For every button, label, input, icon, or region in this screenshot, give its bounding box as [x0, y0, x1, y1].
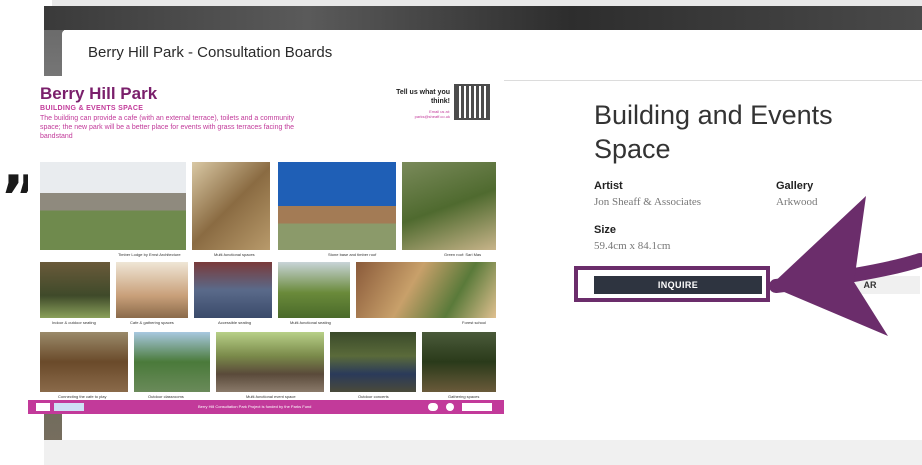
photo-timber-lodge [40, 162, 186, 250]
pointer-arrow-icon [770, 196, 922, 336]
photo-forest-school [356, 262, 496, 318]
artwork-title: Building and Events Space [594, 100, 833, 164]
artist-label: Artist [594, 180, 623, 192]
photo-caption: Multi-functional seating [290, 320, 331, 325]
background-page-strip [44, 6, 922, 30]
photo-caption: Multi-functional event space [246, 394, 296, 399]
logo-icon [446, 403, 454, 411]
photo-caption: Cafe & gathering spaces [130, 320, 174, 325]
photo-concerts [330, 332, 416, 392]
photo-caption: Forest school [462, 320, 487, 325]
poster-footer: Berry Hill Consultation Park Project is … [28, 400, 504, 414]
poster-description: The building can provide a cafe (with an… [40, 115, 295, 140]
photo-stone-roof [278, 162, 396, 250]
modal-title: Berry Hill Park - Consultation Boards [88, 44, 333, 61]
photo-caption: Multi-functional spaces [214, 252, 255, 257]
photo-caption: Outdoor concerts [358, 394, 389, 399]
background-page-bottom [44, 440, 922, 465]
photo-caption: Gathering spaces [448, 394, 480, 399]
photo-caption: Stone base and timber roof [328, 252, 377, 257]
photo-caption: Green roof: Sari Mas [444, 252, 482, 257]
qr-code-icon [454, 84, 490, 120]
photo-cafe [116, 262, 188, 318]
photo-green-roof [402, 162, 496, 250]
photo-caption: Connecting the cafe to play [58, 394, 107, 399]
poster-image[interactable]: Berry Hill Park BUILDING & EVENTS SPACE … [28, 76, 504, 414]
photo-indoor-outdoor [40, 262, 110, 318]
photo-caption: Indoor & outdoor seating [52, 320, 96, 325]
photo-gathering [422, 332, 496, 392]
photo-event-space [216, 332, 324, 392]
photo-cafe-play [40, 332, 128, 392]
photo-outdoor-classroom [134, 332, 210, 392]
poster-email: Email us at: parks@sheaff.co.uk [414, 109, 450, 119]
modal-header: Berry Hill Park - Consultation Boards [62, 30, 922, 81]
photo-accessible-seating [194, 262, 272, 318]
photo-multi-seating [278, 262, 350, 318]
logo-icon [462, 403, 492, 411]
logo-icon [54, 403, 84, 411]
photo-caption: Accessible seating [218, 320, 252, 325]
size-value: 59.4cm x 84.1cm [594, 240, 671, 252]
logo-icon [36, 403, 50, 411]
poster-title: Berry Hill Park [40, 84, 158, 103]
size-label: Size [594, 224, 617, 236]
photo-caption: Timber Lodge by Ernst Architecture [118, 252, 181, 257]
photo-caption: Outdoor classrooms [148, 394, 184, 399]
logo-icon [428, 403, 438, 411]
artist-value: Jon Sheaff & Associates [594, 196, 702, 208]
poster-cta: Tell us what you think! [396, 89, 450, 105]
poster-footer-text: Berry Hill Consultation Park Project is … [198, 404, 312, 409]
highlight-box [574, 266, 770, 302]
photo-interior [192, 162, 270, 250]
poster-subtitle: BUILDING & EVENTS SPACE [40, 105, 144, 112]
